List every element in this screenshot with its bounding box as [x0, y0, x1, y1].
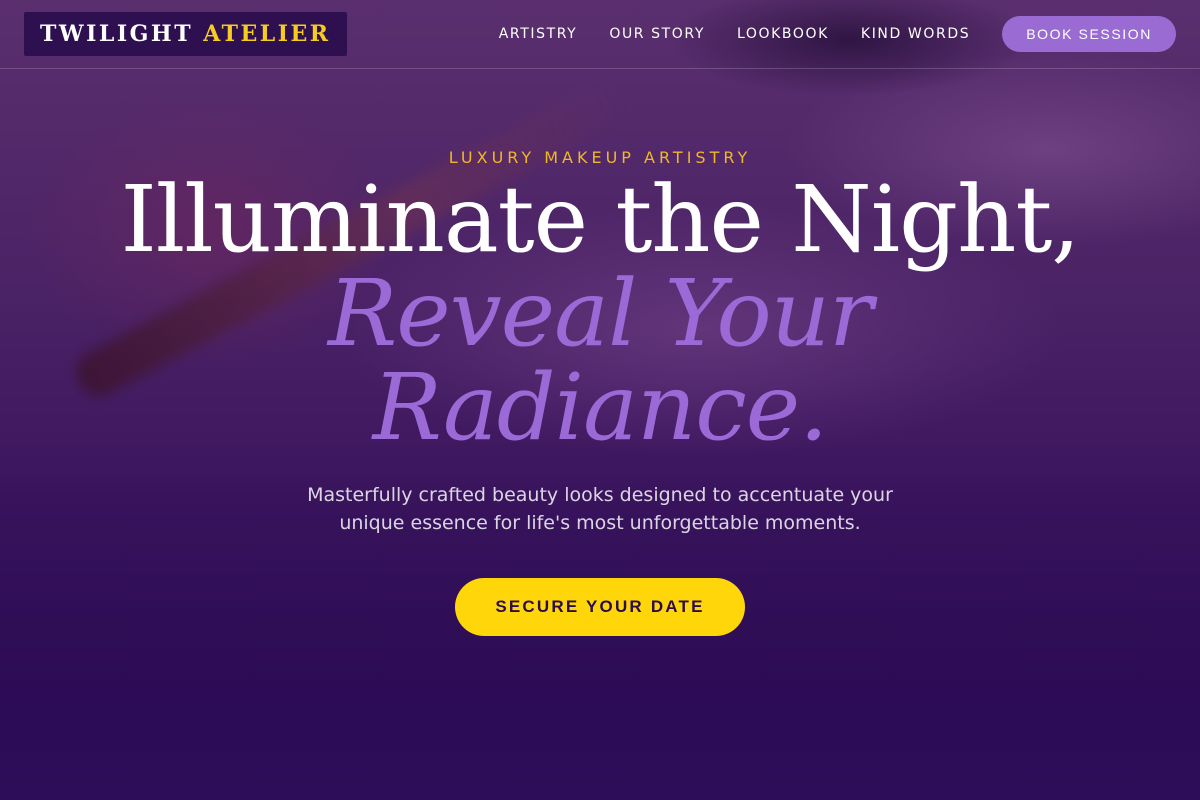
- brand-name-primary: TWILIGHT: [40, 21, 194, 47]
- headline-line-2: Reveal Your: [327, 260, 873, 367]
- hero-eyebrow: LUXURY MAKEUP ARTISTRY: [448, 148, 752, 167]
- secure-your-date-button[interactable]: SECURE YOUR DATE: [455, 578, 745, 636]
- brand-logo[interactable]: TWILIGHT ATELIER: [24, 12, 347, 56]
- hero-subcopy: Masterfully crafted beauty looks designe…: [307, 484, 893, 534]
- nav-link-artistry[interactable]: ARTISTRY: [499, 26, 578, 42]
- nav-link-our-story[interactable]: OUR STORY: [609, 26, 705, 42]
- nav-link-lookbook[interactable]: LOOKBOOK: [737, 26, 829, 42]
- hero-headline: Illuminate the Night, Reveal Your Radian…: [0, 173, 1200, 455]
- nav-links: ARTISTRY OUR STORY LOOKBOOK KIND WORDS B…: [499, 16, 1176, 52]
- book-session-button[interactable]: BOOK SESSION: [1002, 16, 1176, 52]
- nav-link-kind-words[interactable]: KIND WORDS: [861, 26, 970, 42]
- brand-name-accent: ATELIER: [203, 21, 331, 47]
- hero-section: LUXURY MAKEUP ARTISTRY Illuminate the Ni…: [0, 69, 1200, 636]
- top-navigation: TWILIGHT ATELIER ARTISTRY OUR STORY LOOK…: [0, 0, 1200, 69]
- headline-line-3: Radiance.: [372, 354, 829, 461]
- headline-line-1: Illuminate the Night,: [120, 166, 1080, 273]
